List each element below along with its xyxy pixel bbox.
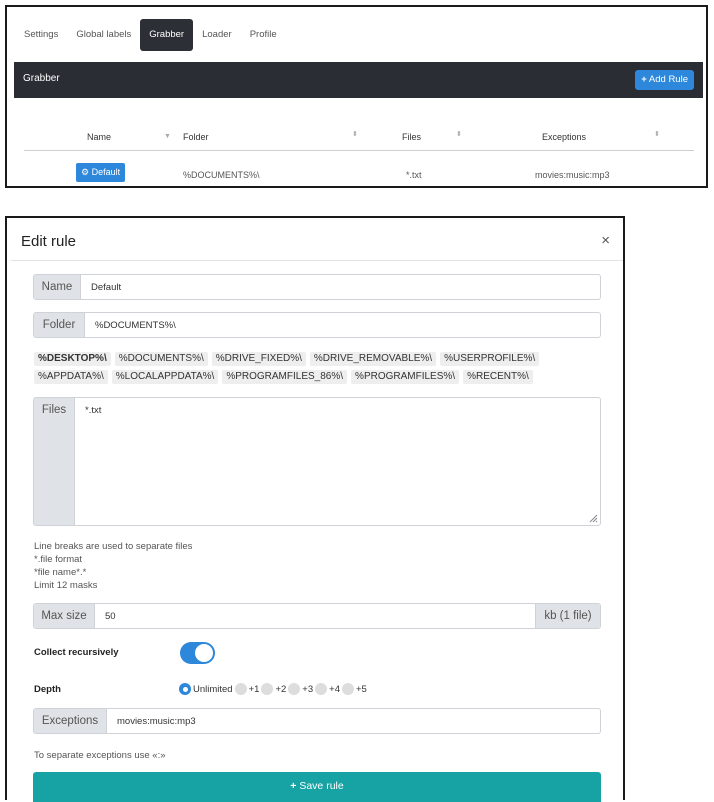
folder-label: Folder [34, 313, 85, 337]
depth-label: Depth [34, 684, 61, 695]
depth-option-2[interactable]: +2 [261, 683, 286, 695]
rule-folder: %DOCUMENTS%\ [183, 170, 260, 180]
column-header-exceptions[interactable]: Exceptions [542, 123, 586, 151]
tab-settings[interactable]: Settings [15, 19, 67, 51]
max-size-label: Max size [34, 604, 95, 628]
max-size-field: Max size 50 kb (1 file) [33, 603, 601, 629]
tab-global-labels[interactable]: Global labels [67, 19, 140, 51]
tab-bar: Settings Global labels Grabber Loader Pr… [15, 19, 286, 51]
variable-appdata[interactable]: %APPDATA%\ [34, 370, 108, 384]
exceptions-help: To separate exceptions use «:» [34, 750, 166, 761]
save-rule-label: Save rule [299, 780, 344, 792]
files-help-line: *file name*.* [34, 567, 87, 578]
toggle-knob [195, 644, 213, 662]
column-header-name[interactable]: Name [87, 123, 111, 151]
name-input[interactable]: Default [81, 275, 600, 299]
depth-option-3[interactable]: +3 [288, 683, 313, 695]
variable-drive-fixed[interactable]: %DRIVE_FIXED%\ [211, 352, 306, 366]
modal-title: Edit rule [21, 233, 77, 250]
files-field: Files *.txt [33, 397, 601, 526]
files-help-line: Line breaks are used to separate files [34, 541, 193, 552]
radio-unchecked-icon [261, 683, 274, 695]
edit-rule-modal: Edit rule × Name Default Folder %DOCUMEN… [5, 216, 625, 802]
radio-unchecked-icon [288, 683, 301, 695]
radio-checked-icon [179, 683, 191, 695]
exceptions-field: Exceptions movies:music:mp3 [33, 708, 601, 734]
files-help: Line breaks are used to separate files *… [34, 540, 192, 592]
panel-title: Grabber [23, 73, 60, 84]
rule-name: Default [91, 167, 121, 177]
collect-recursively-toggle[interactable] [180, 642, 215, 664]
panel-header: Grabber + Add Rule [14, 62, 703, 98]
variable-documents[interactable]: %DOCUMENTS%\ [114, 352, 208, 366]
files-help-line: *.file format [34, 554, 83, 565]
depth-option-5[interactable]: +5 [341, 683, 367, 695]
exceptions-label: Exceptions [34, 709, 107, 733]
plus-icon: + [641, 74, 647, 85]
depth-option-1[interactable]: +1 [234, 683, 260, 695]
close-icon[interactable]: × [601, 232, 610, 249]
tab-loader[interactable]: Loader [193, 19, 241, 51]
depth-options: Unlimited +1 +2 +3 +4 +5 [179, 683, 369, 695]
variable-drive-removable[interactable]: %DRIVE_REMOVABLE%\ [309, 352, 437, 366]
files-label: Files [34, 398, 75, 525]
variable-recent[interactable]: %RECENT%\ [463, 370, 533, 384]
edit-rule-button[interactable]: ⚙ Default [76, 163, 126, 182]
save-rule-button[interactable]: + Save rule [33, 772, 601, 802]
column-header-files[interactable]: Files [402, 123, 421, 151]
max-size-unit: kb (1 file) [535, 604, 600, 628]
sort-down-icon[interactable]: ▼ [164, 133, 171, 140]
tab-profile[interactable]: Profile [241, 19, 286, 51]
max-size-input[interactable]: 50 [95, 604, 535, 628]
rule-files: *.txt [406, 170, 422, 180]
gear-icon: ⚙ [81, 167, 90, 177]
variable-programfiles[interactable]: %PROGRAMFILES%\ [351, 370, 460, 384]
radio-unchecked-icon [315, 683, 328, 695]
folder-variables: %DESKTOP%\ %DOCUMENTS%\ %DRIVE_FIXED%\ %DRI… [34, 350, 594, 386]
depth-option-label: +1 [248, 683, 260, 695]
modal-divider [11, 260, 623, 261]
files-textarea[interactable]: *.txt [75, 398, 600, 525]
depth-option-label: +5 [355, 683, 367, 695]
add-rule-label: Add Rule [648, 74, 688, 85]
depth-option-4[interactable]: +4 [315, 683, 340, 695]
grabber-panel: Settings Global labels Grabber Loader Pr… [5, 5, 708, 188]
collect-recursively-label: Collect recursively [34, 647, 119, 658]
files-help-line: Limit 12 masks [34, 580, 98, 591]
plus-icon: + [290, 780, 297, 792]
resize-grip-icon[interactable] [588, 513, 598, 523]
rule-exceptions: movies:music:mp3 [535, 170, 610, 180]
add-rule-button[interactable]: + Add Rule [635, 70, 694, 90]
files-value: *.txt [85, 405, 102, 416]
header-divider [24, 150, 694, 151]
folder-input[interactable]: %DOCUMENTS%\ [85, 313, 600, 337]
variable-programfiles-86[interactable]: %PROGRAMFILES_86%\ [222, 370, 348, 384]
depth-option-label: Unlimited [193, 683, 233, 695]
sort-both-icon[interactable]: ⬍ [456, 130, 462, 138]
name-label: Name [34, 275, 81, 299]
variable-desktop[interactable]: %DESKTOP%\ [34, 352, 111, 366]
tab-grabber[interactable]: Grabber [140, 19, 194, 51]
depth-option-unlimited[interactable]: Unlimited [179, 683, 233, 695]
variable-userprofile[interactable]: %USERPROFILE%\ [440, 352, 540, 366]
radio-unchecked-icon [234, 683, 247, 695]
exceptions-input[interactable]: movies:music:mp3 [107, 709, 600, 733]
name-field: Name Default [33, 274, 601, 300]
folder-field: Folder %DOCUMENTS%\ [33, 312, 601, 338]
radio-unchecked-icon [341, 683, 354, 695]
sort-both-icon[interactable]: ⬍ [352, 130, 358, 138]
variable-localappdata[interactable]: %LOCALAPPDATA%\ [111, 370, 219, 384]
depth-option-label: +2 [275, 683, 287, 695]
sort-both-icon[interactable]: ⬍ [654, 130, 660, 138]
column-header-folder[interactable]: Folder [183, 123, 209, 151]
depth-option-label: +3 [302, 683, 314, 695]
depth-option-label: +4 [329, 683, 340, 695]
